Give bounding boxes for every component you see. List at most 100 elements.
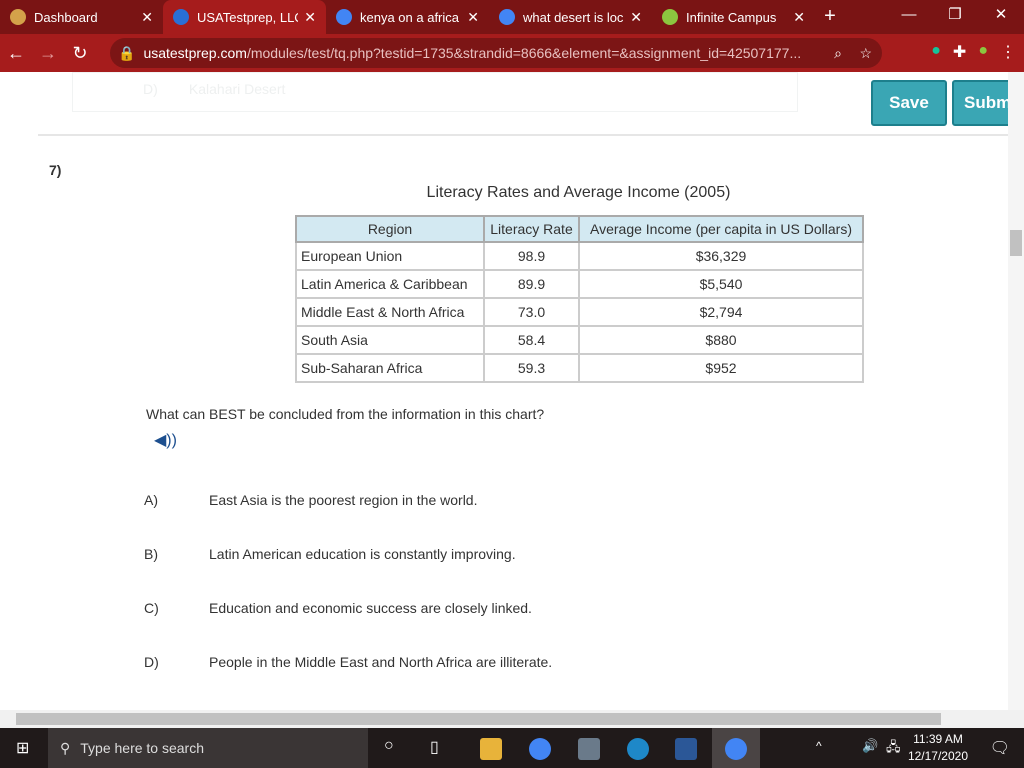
clock[interactable]: 11:39 AM 12/17/2020 (908, 731, 968, 765)
option-letter: D) (144, 654, 159, 670)
volume-icon[interactable]: 🔊 (862, 738, 878, 754)
edge-icon[interactable] (627, 738, 649, 760)
cortana-icon[interactable]: ○ (384, 737, 394, 755)
table-cell: Latin America & Caribbean (295, 269, 485, 299)
close-tab-icon[interactable]: ✕ (793, 9, 805, 26)
calculator-icon[interactable] (578, 738, 600, 760)
table-cell: $2,794 (578, 297, 864, 327)
close-window-button[interactable]: ✕ (978, 0, 1024, 30)
previous-question-option: D) Kalahari Desert (72, 72, 798, 112)
table-row: Middle East & North Africa 73.0 $2,794 (295, 297, 864, 327)
answer-option[interactable]: A) East Asia is the poorest region in the… (144, 492, 477, 508)
data-table: Region Literacy Rate Average Income (per… (295, 215, 864, 383)
column-header: Region (295, 215, 485, 243)
toolbar: ← → ↻ 🔒 usatestprep.com/modules/test/tq.… (0, 34, 1024, 72)
table-cell: $880 (578, 325, 864, 355)
file-explorer-icon[interactable] (480, 738, 502, 760)
favicon-icon (10, 9, 26, 25)
windows-start-icon[interactable]: ⊞ (16, 738, 29, 758)
url-host: usatestprep.com (143, 45, 247, 61)
notifications-icon[interactable]: 🗨 (990, 738, 1010, 758)
submit-button[interactable]: Subm (952, 80, 1008, 126)
back-button[interactable]: ← (0, 43, 32, 64)
taskbar: ⊞ ⚲ Type here to search ○ ▯ ^ 🖧 🔊 11:39 A… (0, 728, 1024, 768)
close-tab-icon[interactable]: ✕ (467, 9, 479, 26)
star-icon[interactable]: ☆ (859, 45, 872, 62)
vertical-scrollbar[interactable] (1008, 72, 1024, 710)
word-icon[interactable] (675, 738, 697, 760)
option-letter: A) (144, 492, 158, 508)
tab[interactable]: Dashboard ✕ (0, 0, 163, 34)
extensions-icon[interactable]: ✚ (953, 42, 966, 62)
tab-title: what desert is loc (523, 9, 624, 25)
date: 12/17/2020 (907, 749, 968, 763)
table-cell: Middle East & North Africa (295, 297, 485, 327)
table-row: Sub-Saharan Africa 59.3 $952 (295, 353, 864, 383)
tab[interactable]: USATestprep, LLC ✕ (163, 0, 326, 34)
time: 11:39 AM (913, 732, 963, 746)
zoom-icon[interactable]: ⌕ (834, 45, 842, 62)
option-text: Education and economic success are close… (209, 600, 532, 616)
option-text: East Asia is the poorest region in the w… (209, 492, 478, 508)
task-view-icon[interactable]: ▯ (430, 737, 439, 757)
lock-icon: 🔒 (118, 44, 136, 61)
table-row: Latin America & Caribbean 89.9 $5,540 (295, 269, 864, 299)
tab-title: Infinite Campus (686, 9, 777, 25)
option-letter: D) (143, 81, 158, 97)
address-bar[interactable]: 🔒 usatestprep.com/modules/test/tq.php?te… (110, 38, 882, 68)
search-placeholder: Type here to search (80, 740, 205, 756)
url-path: /modules/test/tq.php?testid=1735&strandi… (246, 45, 802, 61)
close-tab-icon[interactable]: ✕ (630, 9, 642, 26)
column-header: Literacy Rate (483, 215, 580, 243)
horizontal-scrollbar[interactable] (0, 710, 1024, 728)
new-tab-button[interactable]: + (815, 0, 845, 34)
grammarly-icon[interactable]: ● (931, 42, 941, 62)
tab-title: Dashboard (34, 9, 98, 25)
speaker-icon[interactable]: ◀)) (154, 430, 177, 450)
table-cell: 73.0 (483, 297, 580, 327)
table-cell: 89.9 (483, 269, 580, 299)
table-cell: Sub-Saharan Africa (295, 353, 485, 383)
close-tab-icon[interactable]: ✕ (141, 9, 153, 26)
menu-icon[interactable]: ⋮ (1000, 42, 1016, 62)
answer-option[interactable]: C) Education and economic success are clo… (144, 600, 532, 616)
table-cell: $5,540 (578, 269, 864, 299)
tab-strip: Dashboard ✕ USATestprep, LLC ✕ kenya on a af… (0, 0, 1024, 34)
reload-button[interactable]: ↻ (64, 43, 96, 64)
tab[interactable]: what desert is loc ✕ (489, 0, 652, 34)
table-cell: $952 (578, 353, 864, 383)
favicon-icon (336, 9, 352, 25)
table-cell: $36,329 (578, 241, 864, 271)
table-cell: South Asia (295, 325, 485, 355)
question-text: What can BEST be concluded from the info… (146, 406, 545, 422)
divider (38, 134, 1008, 136)
table-cell: 59.3 (483, 353, 580, 383)
answer-option[interactable]: B) Latin American education is constantly… (144, 546, 516, 562)
tray-chevron-icon[interactable]: ^ (816, 739, 822, 753)
table-row: European Union 98.9 $36,329 (295, 241, 864, 271)
avatar[interactable]: ● (978, 42, 988, 62)
chrome-active-icon[interactable] (712, 728, 760, 768)
table-row: South Asia 58.4 $880 (295, 325, 864, 355)
tab[interactable]: kenya on a africa ✕ (326, 0, 489, 34)
option-text: People in the Middle East and North Afri… (209, 654, 553, 670)
option-text: Kalahari Desert (188, 81, 286, 97)
chrome-icon[interactable] (529, 738, 551, 760)
close-tab-icon[interactable]: ✕ (304, 9, 316, 26)
taskbar-search[interactable]: ⚲ Type here to search (48, 728, 368, 768)
table-cell: 98.9 (483, 241, 580, 271)
network-icon[interactable]: 🖧 (886, 738, 901, 760)
answer-option[interactable]: D) People in the Middle East and North Af… (144, 654, 552, 670)
option-letter: C) (144, 600, 159, 616)
search-icon: ⚲ (60, 739, 71, 756)
favicon-icon (173, 9, 189, 25)
tab[interactable]: Infinite Campus ✕ (652, 0, 815, 34)
option-letter: B) (144, 546, 158, 562)
save-button[interactable]: Save (871, 80, 947, 126)
minimize-button[interactable]: — (886, 0, 932, 30)
restore-button[interactable]: ❐ (932, 0, 978, 30)
table-title: Literacy Rates and Average Income (2005) (426, 184, 731, 201)
page-content: D) Kalahari Desert Save Subm 7) Literacy… (0, 72, 1008, 710)
forward-button[interactable]: → (32, 43, 64, 64)
table-cell: European Union (295, 241, 485, 271)
